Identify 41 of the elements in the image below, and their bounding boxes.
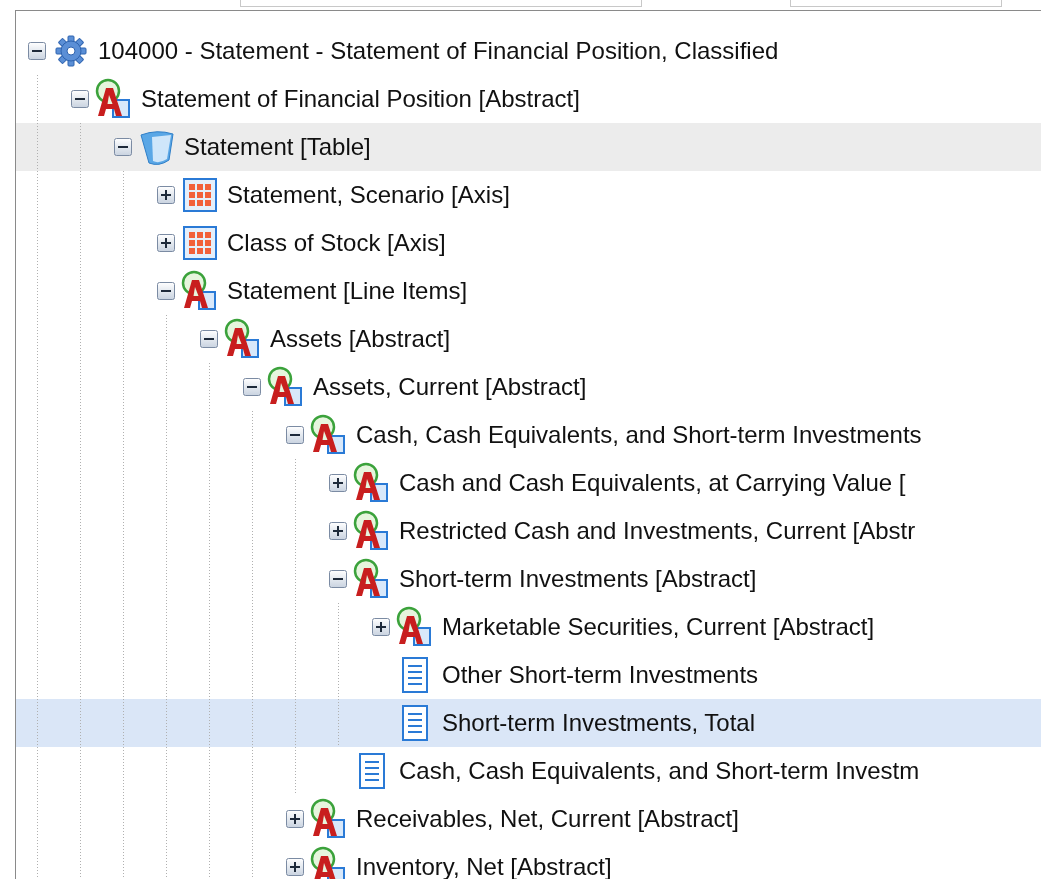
expand-icon[interactable] <box>157 234 175 252</box>
tree-label: Statement [Table] <box>183 133 371 161</box>
expand-icon[interactable] <box>329 474 347 492</box>
collapse-icon[interactable] <box>200 330 218 348</box>
document-icon <box>359 753 385 789</box>
tree-row[interactable]: Short-term Investments, Total <box>16 699 1041 747</box>
collapse-icon[interactable] <box>243 378 261 396</box>
tree-row[interactable]: Statement [Table] <box>16 123 1041 171</box>
tree-label: Short-term Investments, Total <box>441 709 755 737</box>
tree-label: Statement of Financial Position [Abstract] <box>140 85 580 113</box>
expand-icon[interactable] <box>286 858 304 876</box>
tree-label: Assets, Current [Abstract] <box>312 373 587 401</box>
tree-label: Marketable Securities, Current [Abstract] <box>441 613 875 641</box>
tree-label: Assets [Abstract] <box>269 325 451 353</box>
collapse-icon[interactable] <box>157 282 175 300</box>
collapse-icon[interactable] <box>286 426 304 444</box>
tree-label: Other Short-term Investments <box>441 661 759 689</box>
tree-label: Statement [Line Items] <box>226 277 468 305</box>
gear-icon <box>54 34 88 68</box>
grid-icon <box>183 178 217 212</box>
tree-label: Cash and Cash Equivalents, at Carrying Value [ <box>398 469 906 497</box>
tree-label: Statement, Scenario [Axis] <box>226 181 510 209</box>
collapse-icon[interactable] <box>114 138 132 156</box>
tree-row[interactable]: 104000 - Statement - Statement of Financial Position, Classified <box>16 27 1041 75</box>
collapse-icon[interactable] <box>329 570 347 588</box>
tree-label: Restricted Cash and Investments, Current [Abstr <box>398 517 916 545</box>
expand-icon[interactable] <box>372 618 390 636</box>
collapse-icon[interactable] <box>71 90 89 108</box>
tree-label: 104000 - Statement - Statement of Financial Position, Classified <box>97 37 779 65</box>
document-icon <box>402 705 428 741</box>
document-icon <box>402 657 428 693</box>
expand-icon[interactable] <box>286 810 304 828</box>
tree-label: Cash, Cash Equivalents, and Short-term Investments <box>355 421 922 449</box>
tree-label: Class of Stock [Axis] <box>226 229 446 257</box>
tree-label: Short-term Investments [Abstract] <box>398 565 757 593</box>
expand-icon[interactable] <box>329 522 347 540</box>
collapse-icon[interactable] <box>28 42 46 60</box>
expand-icon[interactable] <box>157 186 175 204</box>
tree-label: Receivables, Net, Current [Abstract] <box>355 805 739 833</box>
tree-label: Cash, Cash Equivalents, and Short-term Investm <box>398 757 920 785</box>
grid-icon <box>183 226 217 260</box>
